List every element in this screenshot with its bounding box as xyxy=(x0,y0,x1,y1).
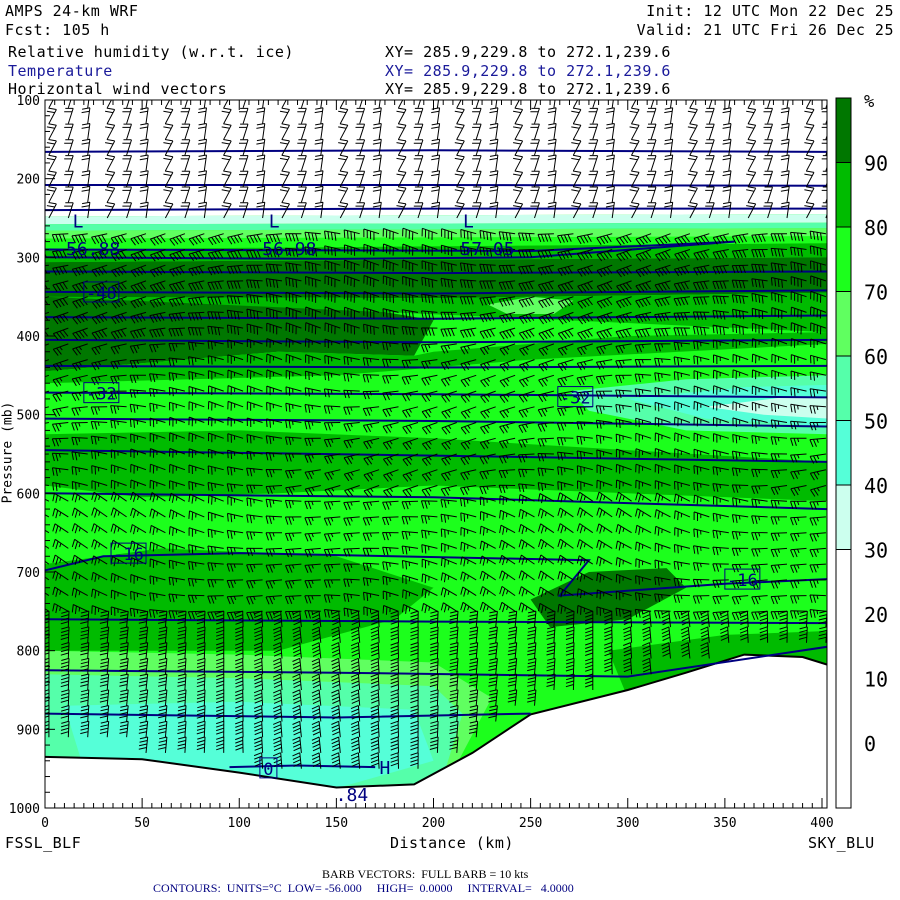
contour-label: -57.05 xyxy=(450,239,515,260)
colorbar-label: 30 xyxy=(864,539,888,563)
cross-section-plot: -56.88 -56.98 -57.05 L L L -48 -32 -32 -16 -16 0 H .8… xyxy=(9,92,888,831)
contour-label: H xyxy=(380,758,391,779)
colorbar-bin xyxy=(835,549,852,809)
x-tick-label: 200 xyxy=(422,816,445,831)
colorbar-unit: % xyxy=(864,92,874,112)
x-tick-label: 350 xyxy=(713,816,736,831)
colorbar-bin xyxy=(835,97,852,163)
y-tick-label: 800 xyxy=(17,645,40,660)
y-tick-label: 600 xyxy=(17,487,40,502)
contour-label: -32 xyxy=(86,385,117,405)
colorbar-label: 0 xyxy=(864,732,876,756)
colorbar-label: 60 xyxy=(864,345,888,369)
isotherm xyxy=(45,184,827,187)
colorbar-bin xyxy=(835,162,852,228)
colorbar-label: 80 xyxy=(864,216,888,240)
contours-note: CONTOURS: UNITS=°C LOW= -56.000 HIGH= 0.… xyxy=(153,881,574,895)
colorbar-bin xyxy=(835,291,852,357)
colorbar-bin xyxy=(835,484,852,550)
x-tick-label: 100 xyxy=(228,816,251,831)
x-tick-label: 250 xyxy=(519,816,542,831)
barb-note: BARB VECTORS: FULL BARB = 10 kts xyxy=(322,867,529,881)
y-tick-label: 300 xyxy=(17,251,40,266)
y-tick-label: 900 xyxy=(17,723,40,738)
colorbar-label: 20 xyxy=(864,603,888,627)
colorbar-label: 40 xyxy=(864,474,888,498)
contour-label: -16 xyxy=(727,571,758,591)
colorbar-bin xyxy=(835,355,852,421)
colorbar-bin xyxy=(835,420,852,486)
colorbar-label: 70 xyxy=(864,281,888,305)
x-tick-label: 400 xyxy=(810,816,833,831)
y-tick-label: 200 xyxy=(17,173,40,188)
contour-label: -16 xyxy=(113,545,144,565)
x-tick-label: 150 xyxy=(325,816,348,831)
yaxis-label: Pressure (mb) xyxy=(0,401,16,504)
contour-label: 0 xyxy=(263,760,273,780)
colorbar-label: 50 xyxy=(864,410,888,434)
y-tick-label: 400 xyxy=(17,330,40,345)
contour-label: -32 xyxy=(560,389,591,409)
y-tick-label: 500 xyxy=(17,409,40,424)
contour-label: -56.88 xyxy=(55,239,120,260)
contour-label: L xyxy=(73,211,84,232)
y-tick-label: 700 xyxy=(17,566,40,581)
right-endpoint: SKY_BLU xyxy=(808,834,875,852)
xaxis-label: Distance (km) xyxy=(390,834,514,852)
contour-label: -48 xyxy=(86,284,117,304)
left-endpoint: FSSL_BLF xyxy=(5,834,82,852)
x-tick-label: 0 xyxy=(41,816,49,831)
colorbar-bin xyxy=(835,226,852,292)
colorbar-label: 90 xyxy=(864,152,888,176)
colorbar-label: 10 xyxy=(864,668,888,692)
y-tick-label: 100 xyxy=(17,94,40,109)
y-tick-label: 1000 xyxy=(9,802,40,817)
contour-label: L xyxy=(269,211,280,232)
x-tick-label: 50 xyxy=(134,816,150,831)
contour-label: .84 xyxy=(336,785,369,806)
contour-label: L xyxy=(463,211,474,232)
contour-label: -56.98 xyxy=(251,239,316,260)
x-tick-label: 300 xyxy=(616,816,639,831)
